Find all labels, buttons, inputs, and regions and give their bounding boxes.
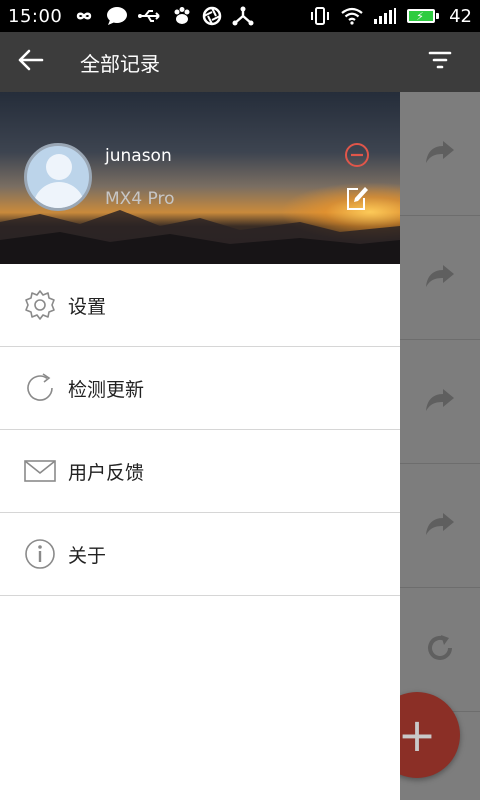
navigation-drawer: junason MX4 Pro 设置 检测更新 用户反馈 关于 — [0, 92, 400, 800]
forward-icon — [424, 387, 456, 417]
logout-button[interactable] — [342, 140, 372, 170]
list-item — [400, 340, 480, 464]
signal-icon — [373, 8, 397, 24]
battery-charging-icon: ⚡ — [407, 9, 440, 23]
back-arrow-icon — [18, 49, 44, 75]
drawer-header: junason MX4 Pro — [0, 92, 400, 264]
device-name: MX4 Pro — [105, 189, 175, 209]
forward-icon — [424, 511, 456, 541]
paw-icon — [172, 6, 192, 26]
list-item — [400, 216, 480, 340]
wifi-icon — [341, 7, 363, 25]
status-time: 15:00 — [8, 5, 63, 27]
menu-item-label: 关于 — [68, 544, 107, 567]
menu-item-label: 检测更新 — [68, 378, 145, 401]
usb-icon — [138, 8, 162, 24]
page-title: 全部记录 — [80, 51, 160, 76]
share-icon — [232, 6, 254, 26]
menu-item-feedback[interactable]: 用户反馈 — [0, 430, 400, 513]
vibrate-icon — [309, 6, 331, 26]
edit-icon — [344, 187, 370, 216]
refresh-icon — [0, 371, 68, 405]
list-item — [400, 92, 480, 216]
filter-icon — [428, 50, 452, 74]
menu-item-settings[interactable]: 设置 — [0, 264, 400, 347]
aperture-icon — [202, 6, 222, 26]
list-item — [400, 464, 480, 588]
avatar[interactable] — [24, 143, 92, 211]
gear-icon — [0, 288, 68, 322]
info-icon — [0, 537, 68, 571]
chat-bubble-icon — [106, 6, 128, 26]
infinity-icon — [72, 9, 96, 23]
menu-item-check-update[interactable]: 检测更新 — [0, 347, 400, 430]
menu-item-label: 设置 — [68, 295, 107, 318]
status-bar: 15:00 ⚡ 42 — [0, 0, 480, 32]
back-button[interactable] — [0, 32, 62, 92]
forward-icon — [424, 139, 456, 169]
menu-item-label: 用户反馈 — [68, 461, 145, 484]
edit-profile-button[interactable] — [344, 184, 370, 212]
app-bar: 全部记录 — [0, 32, 480, 92]
drawer-menu: 设置 检测更新 用户反馈 关于 — [0, 264, 400, 596]
menu-item-about[interactable]: 关于 — [0, 513, 400, 596]
battery-level: 42 — [449, 5, 472, 27]
mail-icon — [0, 458, 68, 484]
username: junason — [105, 146, 172, 166]
forward-icon — [424, 263, 456, 293]
minus-circle-icon — [342, 143, 372, 174]
refresh-icon — [425, 633, 455, 667]
filter-button[interactable] — [400, 32, 480, 92]
